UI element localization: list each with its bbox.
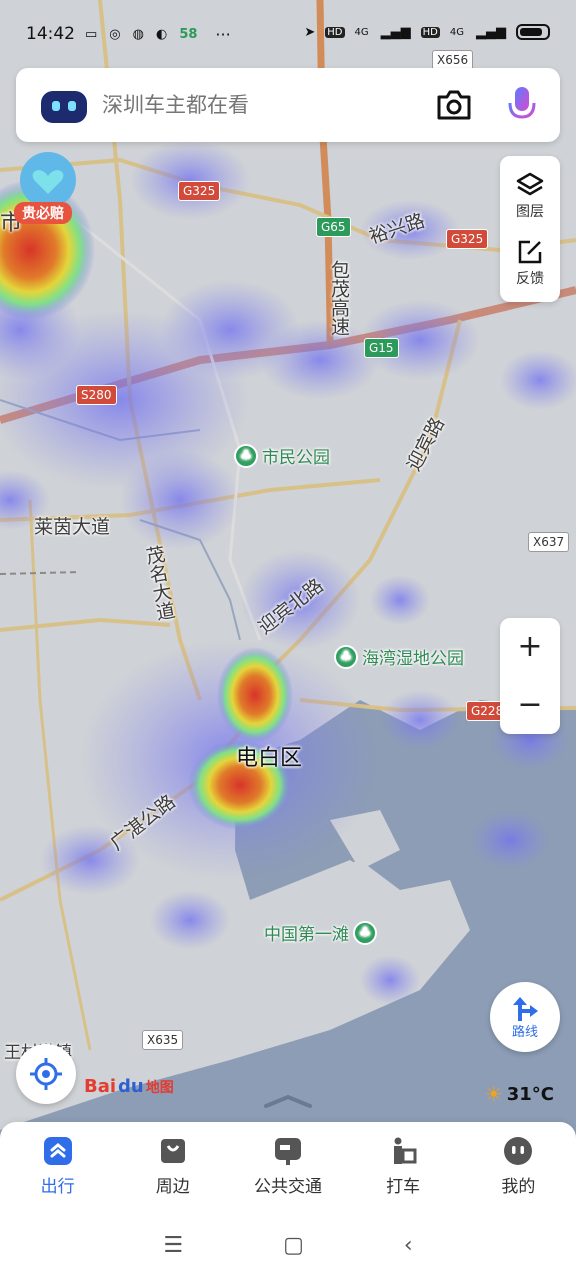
drawer-handle-icon[interactable] (262, 1094, 314, 1108)
camera-icon (437, 90, 471, 120)
system-nav-bar: ☰ ▢ ‹ (0, 1210, 576, 1280)
map-tools-panel: 图层 反馈 (500, 156, 560, 302)
park-icon: ♣ (353, 920, 377, 945)
park-icon: ♣ (334, 644, 358, 669)
battery-icon (516, 24, 550, 40)
feedback-label: 反馈 (516, 270, 544, 287)
shopping-bag-icon (158, 1136, 188, 1166)
tab-travel[interactable]: 出行 (8, 1136, 108, 1197)
road-shield-x635: X635 (142, 1030, 184, 1050)
road-shield-s280: S280 (76, 385, 117, 405)
zoom-out-button[interactable]: − (517, 690, 542, 720)
poi-bay-wetland-park[interactable]: ♣ 海湾湿地公园 (334, 644, 464, 669)
app-icon-2: ◐ (155, 26, 168, 42)
bus-icon (273, 1136, 303, 1166)
road-shield-x637: X637 (528, 532, 570, 552)
app-badge: 58 (179, 26, 198, 42)
tab-transit-label: 公共交通 (253, 1176, 322, 1197)
status-time: 14:42 (26, 24, 75, 44)
tab-travel-label: 出行 (40, 1176, 75, 1197)
message-icon: ▭ (85, 26, 98, 42)
hd-indicator-1: HD (325, 26, 345, 38)
feedback-button[interactable]: 反馈 (516, 238, 544, 288)
profile-icon (503, 1136, 533, 1166)
road-shield-g15: G15 (364, 338, 399, 358)
voice-button[interactable] (500, 83, 544, 127)
layers-icon (516, 172, 544, 195)
more-notifications-icon: ··· (215, 24, 231, 44)
logo-bai: Bai (84, 1076, 117, 1097)
zoom-controls: + − (500, 618, 560, 734)
road-shield-g325-b: G325 (446, 229, 489, 249)
tab-taxi[interactable]: 打车 (353, 1136, 453, 1197)
crosshair-icon (30, 1058, 62, 1090)
network-4g-2: 4G (449, 26, 464, 38)
signal-icon-2: ▂▄▆ (476, 24, 506, 40)
compensation-badge[interactable]: 贵必赔 (10, 150, 88, 228)
baidu-map-logo: Bai du 地图 (84, 1076, 174, 1097)
poi-bay-wetland-park-label: 海湾湿地公园 (362, 649, 464, 669)
network-4g-1: 4G (354, 26, 369, 38)
tab-transit[interactable]: 公共交通 (238, 1136, 338, 1197)
label-dianbai-district: 电白区 (236, 746, 303, 771)
tab-profile[interactable]: 我的 (468, 1136, 568, 1197)
route-button[interactable]: 路线 (490, 982, 560, 1052)
menu-nav-icon[interactable]: ☰ (163, 1233, 183, 1258)
tab-profile-label: 我的 (501, 1176, 536, 1197)
poi-china-first-beach-label: 中国第一滩 (264, 925, 349, 945)
search-bar[interactable] (16, 68, 560, 142)
tab-nearby[interactable]: 周边 (123, 1136, 223, 1197)
badge-label: 贵必赔 (14, 202, 72, 224)
road-shield-g325-a: G325 (178, 181, 221, 201)
poi-citizen-park[interactable]: ♣ 市民公园 (234, 443, 330, 468)
assistant-robot-icon[interactable] (38, 79, 90, 131)
search-input[interactable] (102, 93, 432, 117)
back-nav-icon[interactable]: ‹ (404, 1233, 413, 1258)
camera-button[interactable] (432, 83, 476, 127)
wechat-icon: ◎ (109, 26, 121, 42)
label-laiyin-avenue: 莱茵大道 (34, 516, 111, 538)
logo-du: du (118, 1076, 144, 1097)
hd-indicator-2: HD (420, 26, 440, 38)
locate-button[interactable] (16, 1044, 76, 1104)
route-label: 路线 (511, 1024, 538, 1040)
location-arrow-icon: ➤ (304, 24, 316, 40)
status-bar: 14:42 ▭ ◎ ◍ ◐ 58 ··· ➤ HD 4G ▂▄▆ HD 4G ▂… (0, 0, 576, 66)
route-arrow-icon (513, 996, 538, 1021)
poi-china-first-beach[interactable]: ♣ 中国第一滩 (264, 920, 377, 945)
park-icon: ♣ (234, 443, 258, 468)
edit-icon (518, 240, 542, 263)
poi-citizen-park-label: 市民公园 (262, 448, 330, 468)
layers-button[interactable]: 图层 (516, 171, 544, 221)
logo-tu: 地图 (145, 1079, 174, 1096)
weather-widget[interactable]: ☀ 31°C (485, 1082, 554, 1106)
home-nav-icon[interactable]: ▢ (283, 1233, 304, 1258)
tab-nearby-label: 周边 (155, 1176, 190, 1197)
taxi-icon (388, 1136, 418, 1166)
layers-label: 图层 (516, 203, 544, 220)
road-shield-g65: G65 (316, 217, 351, 237)
app-icon: ◍ (132, 26, 144, 42)
label-baomao-highway: 包茂高速 (328, 260, 350, 336)
microphone-icon (508, 87, 536, 123)
travel-icon (43, 1136, 73, 1166)
sun-cloud-icon: ☀ (484, 1082, 503, 1106)
tab-taxi-label: 打车 (386, 1176, 421, 1197)
bottom-tab-bar: 出行 周边 公共交通 打车 我的 (0, 1122, 576, 1210)
weather-temp: 31°C (506, 1083, 554, 1105)
signal-icon-1: ▂▄▆ (380, 24, 411, 40)
zoom-in-button[interactable]: + (517, 632, 542, 662)
